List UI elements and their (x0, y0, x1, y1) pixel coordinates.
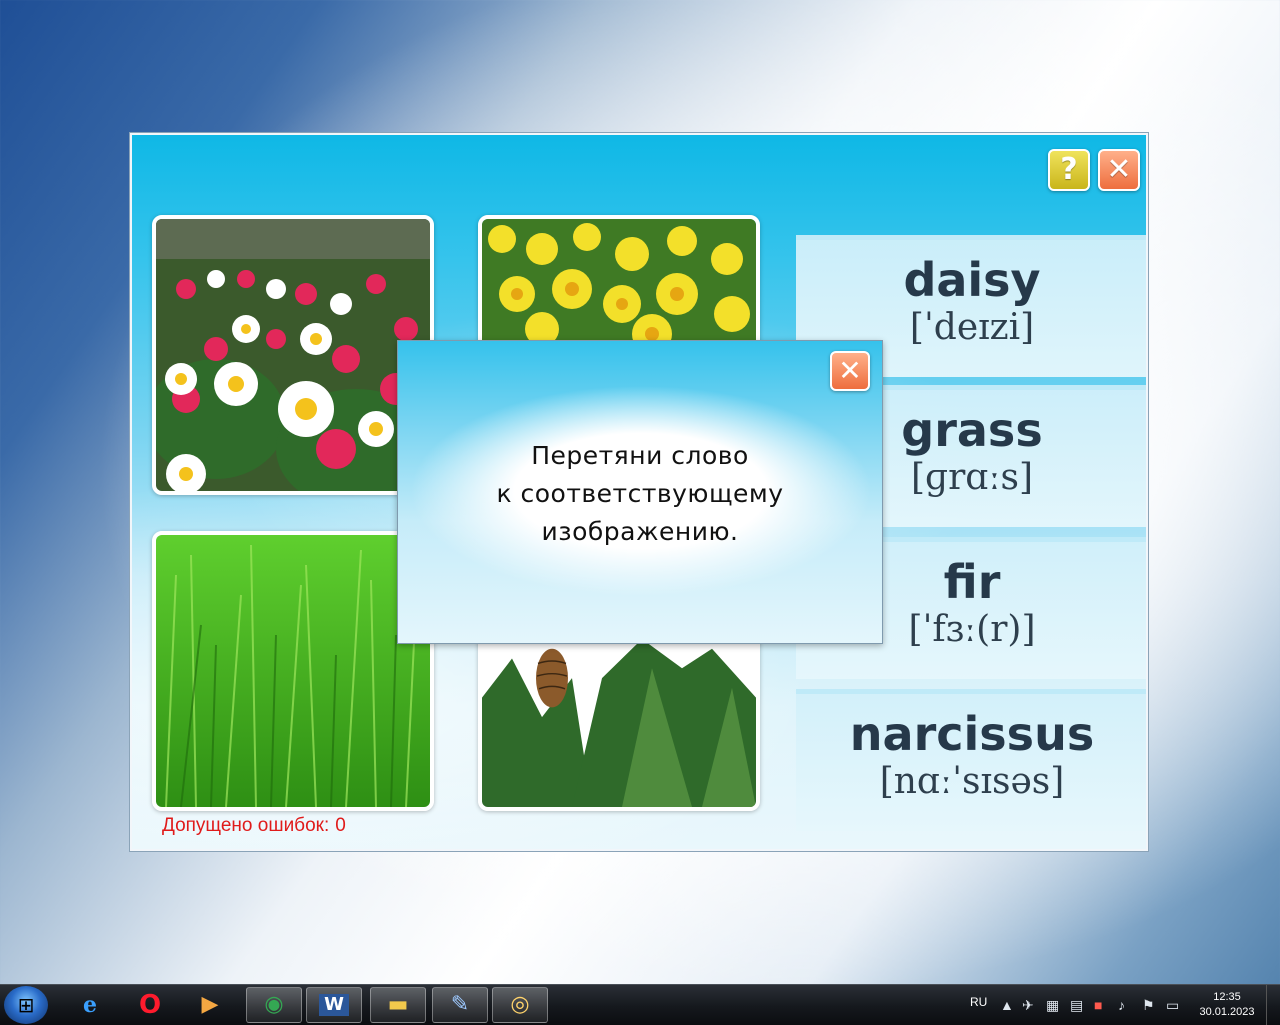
show-desktop-button[interactable] (1266, 985, 1280, 1025)
taskbar-eye-app[interactable]: ◎ (492, 987, 548, 1023)
clock-date: 30.01.2023 (1199, 1006, 1255, 1018)
instruction-line: Перетяни слово (531, 441, 749, 470)
taskbar-explorer[interactable]: ▬ (370, 987, 426, 1023)
ie-icon: e (83, 992, 97, 1018)
word-transcription: [nɑːˈsɪsəs] (879, 761, 1065, 802)
network-icon[interactable]: ✈ (1022, 997, 1034, 1014)
instruction-dialog: ✕ Перетяни слово к соответствующему изоб… (397, 340, 883, 644)
taskbar-chrome[interactable]: ◉ (246, 987, 302, 1023)
clock-time: 12:35 (1213, 991, 1241, 1003)
image-fir[interactable] (478, 639, 760, 811)
taskbar-word[interactable]: W (306, 987, 362, 1023)
instruction-line: к соответствующему (496, 479, 784, 508)
error-counter-label: Допущено ошибок: (162, 815, 330, 836)
app-tray-icon[interactable]: ▦ (1046, 997, 1059, 1014)
instruction-text: Перетяни слово к соответствующему изобра… (398, 437, 882, 551)
paint-icon: ✎ (450, 992, 470, 1017)
flag-icon[interactable]: ⚑ (1142, 997, 1155, 1014)
help-button[interactable]: ? (1048, 149, 1090, 191)
language-indicator[interactable]: RU (970, 995, 987, 1009)
start-button[interactable]: ⊞ (4, 986, 48, 1024)
close-icon: ✕ (1106, 152, 1132, 187)
antivirus-icon[interactable]: ■ (1094, 997, 1102, 1013)
image-daisy[interactable] (152, 215, 434, 495)
error-counter-value: 0 (335, 815, 346, 836)
taskbar: ⊞ e O ▶ ◉ W ▬ ✎ ◎ RU ▲ ✈ ▦ ▤ ■ ♪ ⚑ ▭ 12:… (0, 984, 1280, 1025)
explorer-icon: ▬ (387, 992, 409, 1017)
word-label: narcissus (849, 707, 1095, 761)
word-label: daisy (903, 253, 1041, 307)
opera-icon: O (138, 990, 162, 1020)
taskbar-media-player[interactable]: ▶ (182, 987, 238, 1023)
error-counter: Допущено ошибок: 0 (162, 815, 346, 837)
printer-tray-icon[interactable]: ▤ (1070, 997, 1083, 1014)
show-hidden-icons-icon[interactable]: ▲ (1000, 997, 1014, 1013)
help-icon: ? (1060, 152, 1078, 187)
taskbar-ie[interactable]: e (62, 987, 118, 1023)
image-grass[interactable] (152, 531, 434, 811)
clock[interactable]: 12:35 30.01.2023 (1196, 990, 1258, 1020)
chrome-icon: ◉ (264, 992, 284, 1017)
instruction-line: изображению. (541, 517, 739, 546)
taskbar-opera[interactable]: O (122, 987, 178, 1023)
system-tray: RU ▲ ✈ ▦ ▤ ■ ♪ ⚑ ▭ 12:35 30.01.2023 (960, 985, 1280, 1025)
close-icon: ✕ (838, 354, 862, 387)
word-icon: W (319, 994, 349, 1016)
dialog-close-button[interactable]: ✕ (830, 351, 870, 391)
taskbar-paint[interactable]: ✎ (432, 987, 488, 1023)
windows-icon: ⊞ (17, 993, 35, 1017)
word-card-narcissus[interactable]: narcissus [nɑːˈsɪsəs] (796, 689, 1146, 831)
media-player-icon: ▶ (201, 992, 219, 1017)
volume-icon[interactable]: ♪ (1118, 997, 1125, 1013)
eye-icon: ◎ (510, 992, 530, 1017)
close-button[interactable]: ✕ (1098, 149, 1140, 191)
display-icon[interactable]: ▭ (1166, 997, 1179, 1014)
